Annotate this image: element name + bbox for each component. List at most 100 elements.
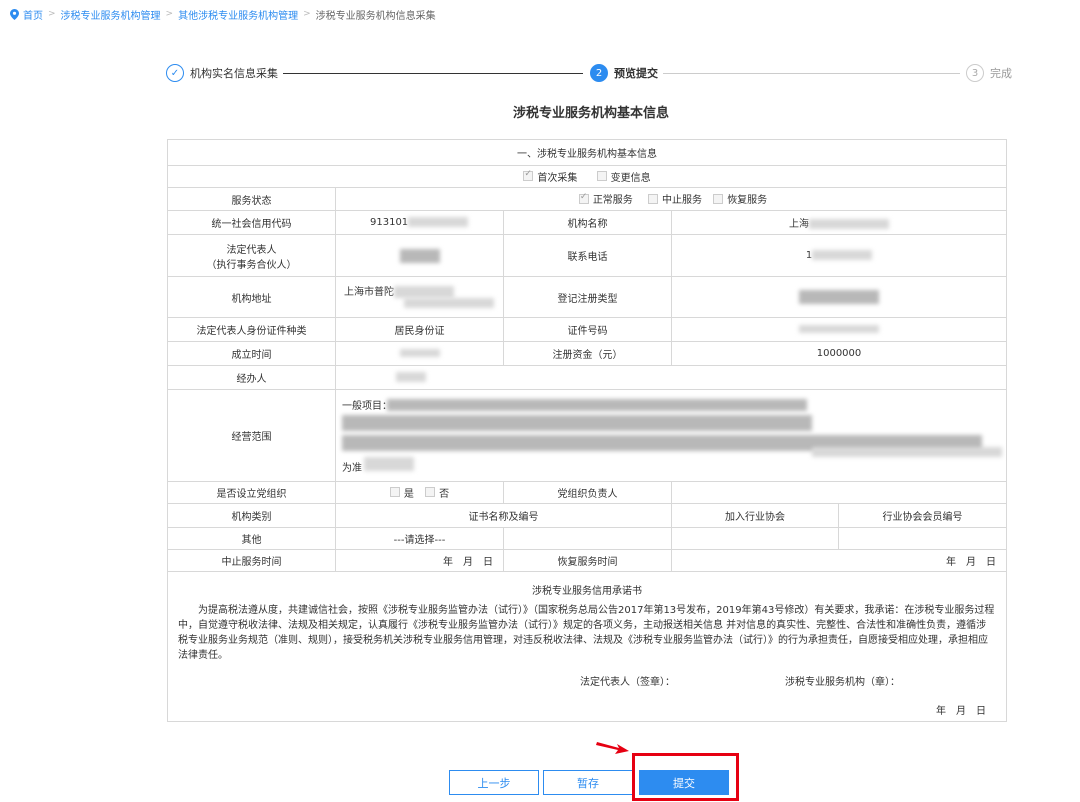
credit-code-value: 913101 — [335, 210, 504, 235]
breadcrumb-separator: > — [303, 9, 311, 19]
step-number-icon: 2 — [590, 64, 608, 82]
step-1: ✓ 机构实名信息采集 — [166, 63, 278, 83]
promise-body: 为提高税法遵从度，共建诚信社会，按照《涉税专业服务监管办法（试行）》（国家税务总… — [178, 605, 995, 661]
industry-assoc-input[interactable] — [671, 527, 839, 550]
org-name-label: 机构名称 — [503, 210, 672, 235]
progress-steps: ✓ 机构实名信息采集 2 预览提交 3 完成 — [166, 63, 1016, 83]
party-org-label: 是否设立党组织 — [167, 481, 336, 504]
resume-time-label: 恢复服务时间 — [503, 549, 672, 572]
capital-label: 注册资金（元） — [503, 341, 672, 366]
cert-select[interactable]: ---请选择--- — [335, 527, 504, 550]
id-type-label: 法定代表人身份证件种类 — [167, 317, 336, 342]
status-resume-option[interactable]: 恢复服务 — [713, 191, 767, 206]
red-arrow-icon — [596, 742, 629, 754]
prev-step-button[interactable]: 上一步 — [449, 770, 539, 795]
section-title: 一、涉税专业服务机构基本信息 — [166, 139, 1008, 166]
step-connector — [663, 73, 960, 74]
checkbox-checked[interactable] — [578, 192, 589, 204]
handler-label: 经办人 — [167, 365, 336, 390]
redacted-blur — [387, 398, 807, 411]
industry-assoc-label: 加入行业协会 — [671, 503, 839, 528]
promise-date: 年 月 日 — [936, 706, 987, 717]
address-value: 上海市普陀 — [335, 276, 504, 318]
phone-label: 联系电话 — [503, 234, 672, 277]
scope-label: 经营范围 — [167, 389, 336, 482]
id-number-label: 证件号码 — [503, 317, 672, 342]
checkbox[interactable] — [648, 193, 658, 204]
change-info-option[interactable]: 变更信息 — [596, 169, 651, 184]
party-leader-value[interactable] — [670, 481, 1008, 504]
redacted-blur — [799, 290, 879, 304]
checkbox-checked[interactable] — [523, 169, 534, 182]
breadcrumb-tax-service-mgmt[interactable]: 涉税专业服务机构管理 — [61, 7, 161, 22]
redacted-blur — [812, 446, 1002, 457]
assoc-member-no-label: 行业协会会员编号 — [837, 503, 1008, 528]
step-2: 2 预览提交 — [590, 63, 658, 83]
legal-rep-sign-label: 法定代表人（签章）： — [580, 677, 676, 688]
redacted-blur — [408, 217, 469, 227]
org-seal-label: 涉税专业服务机构（章）： — [785, 677, 901, 688]
breadcrumb-separator: > — [165, 9, 174, 19]
checkbox[interactable] — [389, 487, 400, 498]
resume-time-value[interactable]: 年 月 日 — [670, 549, 1008, 572]
breadcrumb-separator: > — [48, 9, 56, 19]
reg-type-value — [670, 276, 1008, 318]
page-title: 涉税专业服务机构基本信息 — [512, 106, 669, 121]
breadcrumb-other-mgmt[interactable]: 其他涉税专业服务机构管理 — [178, 7, 298, 22]
party-leader-label: 党组织负责人 — [503, 481, 672, 504]
step-label: 完成 — [990, 67, 1012, 80]
cert-label: 证书名称及编号 — [335, 503, 672, 528]
party-yes-option[interactable]: 是 — [389, 485, 414, 500]
assoc-member-no-input[interactable] — [837, 527, 1008, 550]
sign-row: 法定代表人（签章）： 涉税专业服务机构（章）： — [174, 673, 1000, 688]
service-status-label: 服务状态 — [167, 187, 336, 211]
step-3: 3 完成 — [966, 63, 1012, 83]
credit-promise-cell: 涉税专业服务信用承诺书 为提高税法遵从度，共建诚信社会，按照《涉税专业服务监管办… — [166, 571, 1008, 722]
step-connector — [283, 73, 583, 74]
party-no-option[interactable]: 否 — [425, 485, 449, 500]
first-collect-option[interactable]: 首次采集 — [523, 169, 577, 184]
redacted-blur — [399, 248, 440, 263]
checkbox[interactable] — [425, 487, 436, 498]
credit-code-label: 统一社会信用代码 — [167, 210, 336, 235]
suspend-time-label: 中止服务时间 — [167, 549, 336, 572]
redacted-blur — [809, 219, 889, 229]
redacted-blur — [399, 349, 440, 357]
handler-value — [334, 365, 1008, 390]
scope-text-blurred: 一般项目： 为准 — [342, 397, 1002, 475]
step-label: 机构实名信息采集 — [190, 67, 278, 80]
redacted-blur — [404, 298, 494, 308]
redacted-blur — [342, 414, 812, 431]
promise-title: 涉税专业服务信用承诺书 — [532, 586, 642, 597]
submit-highlight-box — [632, 753, 739, 801]
redacted-blur — [812, 250, 873, 260]
step-check-icon: ✓ — [166, 64, 184, 82]
service-status-options: 正常服务 中止服务 恢复服务 — [334, 187, 1008, 211]
collect-type-row: 首次采集 变更信息 — [166, 165, 1008, 188]
org-name-value: 上海 — [670, 210, 1008, 235]
id-number-value — [670, 317, 1008, 342]
checkbox[interactable] — [596, 171, 607, 182]
redacted-blur — [364, 456, 414, 471]
suspend-time-value[interactable]: 年 月 日 — [335, 549, 504, 572]
org-info-table: 一、涉税专业服务机构基本信息 首次采集 变更信息 服务状态 正常服务 中止服务 … — [166, 139, 1008, 722]
breadcrumb: 首页 > 涉税专业服务机构管理 > 其他涉税专业服务机构管理 > 涉税专业服务机… — [10, 6, 436, 22]
step-label: 预览提交 — [614, 67, 658, 80]
location-pin-icon — [10, 8, 19, 20]
breadcrumb-current: 涉税专业服务机构信息采集 — [315, 10, 436, 22]
checkbox[interactable] — [713, 193, 724, 204]
redacted-blur — [799, 325, 879, 333]
id-type-value: 居民身份证 — [335, 317, 504, 342]
redacted-blur — [396, 372, 426, 382]
breadcrumb-home[interactable]: 首页 — [23, 7, 43, 22]
established-label: 成立时间 — [167, 341, 336, 366]
established-value — [335, 341, 504, 366]
step-number-icon: 3 — [966, 64, 984, 82]
status-normal-option[interactable]: 正常服务 — [578, 191, 633, 206]
status-suspend-option[interactable]: 中止服务 — [648, 191, 702, 206]
cert-number-input[interactable] — [503, 527, 672, 550]
party-org-options: 是 否 — [335, 481, 504, 504]
org-category-value: 其他 — [167, 527, 336, 550]
save-draft-button[interactable]: 暂存 — [543, 770, 633, 795]
legal-rep-label: 法定代表人 （执行事务合伙人） — [167, 234, 336, 277]
